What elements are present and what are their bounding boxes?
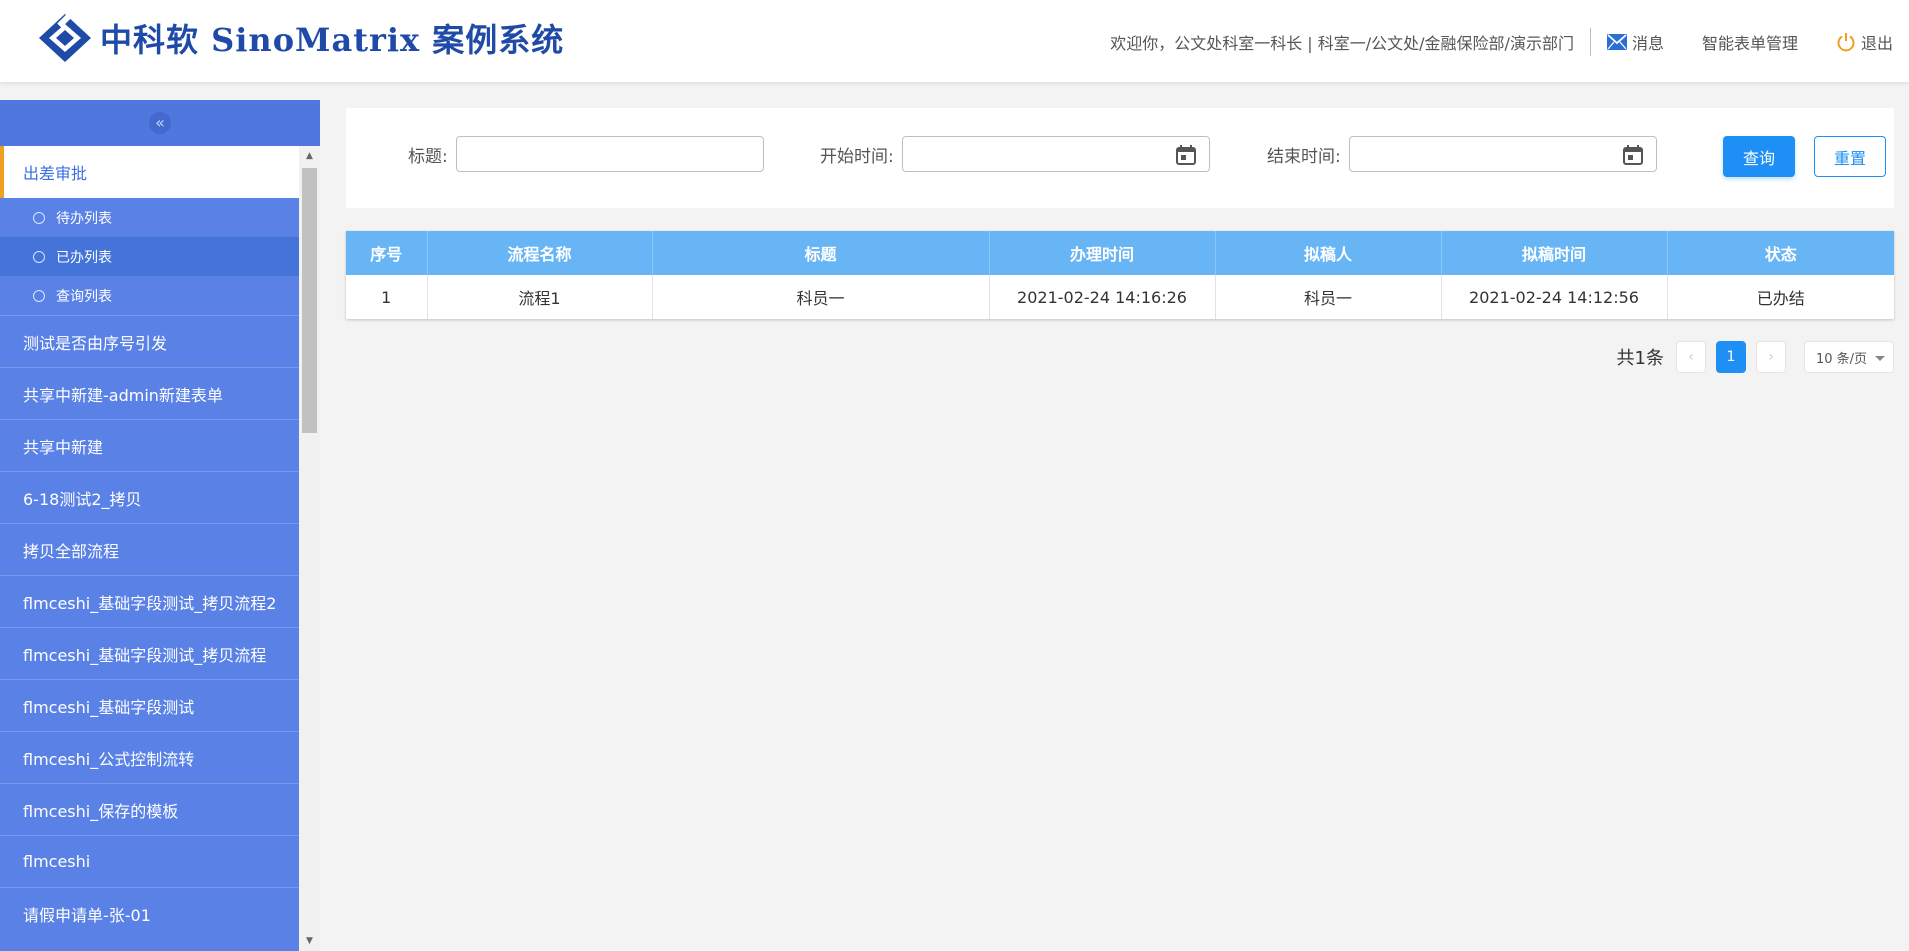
- sidebar-subitem-label: 待办列表: [56, 210, 112, 227]
- end-time-label: 结束时间:: [1267, 146, 1341, 167]
- column-header-handle-time: 办理时间: [989, 231, 1216, 275]
- header-user-area: 欢迎你，公文处科室一科长 | 科室一/公文处/金融保险部/演示部门 消息 智能表…: [1110, 28, 1893, 56]
- sidebar-item[interactable]: 拷贝全部流程: [0, 523, 299, 575]
- column-header-draft-time: 拟稿时间: [1441, 231, 1668, 275]
- sidebar-item[interactable]: flmceshi_基础字段测试_拷贝流程2: [0, 575, 299, 627]
- end-time-field: 结束时间:: [1267, 136, 1657, 172]
- title-input[interactable]: [455, 136, 764, 172]
- query-button[interactable]: 查询: [1723, 136, 1795, 177]
- page-number-button[interactable]: 1: [1716, 341, 1746, 373]
- logout-label: 退出: [1860, 34, 1893, 53]
- sidebar-collapse-bar[interactable]: «: [0, 100, 320, 146]
- calendar-icon[interactable]: [1175, 144, 1197, 166]
- logout-link[interactable]: 退出: [1836, 30, 1893, 54]
- calendar-icon[interactable]: [1622, 144, 1644, 166]
- sidebar-subitem-label: 查询列表: [56, 288, 112, 305]
- sidebar-subitem-done[interactable]: 已办列表: [0, 237, 299, 276]
- prev-page-button[interactable]: ‹: [1676, 341, 1706, 373]
- table-cell-draft-time: 2021-02-24 14:12:56: [1441, 275, 1668, 319]
- sidebar-item[interactable]: flmceshi_保存的模板: [0, 783, 299, 835]
- column-header-status: 状态: [1667, 231, 1894, 275]
- sidebar-group-active[interactable]: 出差审批: [0, 146, 299, 198]
- circle-icon: [33, 289, 45, 302]
- header-divider: [1589, 28, 1591, 56]
- table-cell-process-name[interactable]: 流程1: [427, 275, 653, 319]
- sidebar-item[interactable]: 测试是否由序号引发: [0, 315, 299, 367]
- table-cell-handle-time: 2021-02-24 14:16:26: [989, 275, 1216, 319]
- sidebar-item[interactable]: flmceshi_基础字段测试: [0, 679, 299, 731]
- page-size-select[interactable]: 10 条/页: [1804, 341, 1894, 373]
- logo-diamond-icon: [36, 12, 94, 64]
- table-cell-index: 1: [346, 275, 428, 319]
- sidebar-item[interactable]: 共享中新建: [0, 419, 299, 471]
- column-header-drafter: 拟稿人: [1215, 231, 1442, 275]
- search-panel: 标题: 开始时间: 结束时间: 查询 重置: [346, 108, 1894, 208]
- sidebar-subitem-query[interactable]: 查询列表: [0, 276, 299, 315]
- pagination-total: 共1条: [1616, 348, 1664, 369]
- sidebar-item[interactable]: 共享中新建-admin新建表单: [0, 367, 299, 419]
- form-admin-link[interactable]: 智能表单管理: [1702, 30, 1798, 54]
- sidebar-item[interactable]: 6-18测试2_拷贝: [0, 471, 299, 523]
- start-time-field: 开始时间:: [820, 136, 1210, 172]
- sidebar-item[interactable]: flmceshi_公式控制流转: [0, 731, 299, 783]
- circle-icon: [33, 250, 45, 263]
- table-cell-title[interactable]: 科员一: [652, 275, 990, 319]
- top-header: 中科软 SinoMatrix 案例系统 欢迎你，公文处科室一科长 | 科室一/公…: [0, 0, 1909, 82]
- sidebar: « 出差审批 待办列表 已办列表 查询列表 测试是否由序号引发 共享中新建-ad…: [0, 100, 320, 951]
- circle-icon: [33, 211, 45, 224]
- title-label: 标题:: [408, 146, 448, 167]
- column-header-title: 标题: [652, 231, 990, 275]
- sidebar-subitem-todo[interactable]: 待办列表: [0, 198, 299, 237]
- scroll-down-arrow-icon[interactable]: ▼: [299, 933, 320, 949]
- form-admin-label: 智能表单管理: [1701, 34, 1798, 53]
- sidebar-item[interactable]: flmceshi_基础字段测试_拷贝流程: [0, 627, 299, 679]
- table-cell-status: 已办结: [1667, 275, 1894, 319]
- next-page-button[interactable]: ›: [1756, 341, 1786, 373]
- logo-cn-text: 中科软: [100, 21, 200, 59]
- double-chevron-left-icon[interactable]: «: [149, 112, 171, 134]
- table-cell-drafter: 科员一: [1215, 275, 1442, 319]
- scroll-up-arrow-icon[interactable]: ▲: [299, 148, 320, 164]
- table-header-row: 序号 流程名称 标题 办理时间 拟稿人 拟稿时间 状态: [346, 231, 1894, 275]
- column-header-process-name: 流程名称: [427, 231, 653, 275]
- table-row[interactable]: 1 流程1 科员一 2021-02-24 14:16:26 科员一 2021-0…: [346, 275, 1894, 319]
- column-header-index: 序号: [346, 231, 428, 275]
- envelope-icon: [1606, 34, 1627, 50]
- page-size-value: 10 条/页: [1816, 351, 1868, 367]
- pagination: 共1条 ‹ 1 › 10 条/页: [1617, 341, 1894, 373]
- sidebar-item[interactable]: flmceshi: [0, 835, 299, 887]
- logo-suffix-text: 案例系统: [432, 21, 565, 59]
- caret-down-icon: [1875, 356, 1885, 361]
- power-icon: [1837, 33, 1855, 52]
- end-time-input[interactable]: [1348, 136, 1657, 172]
- sidebar-menu: 出差审批 待办列表 已办列表 查询列表 测试是否由序号引发 共享中新建-admi…: [0, 146, 299, 951]
- welcome-text: 欢迎你，公文处科室一科长 | 科室一/公文处/金融保险部/演示部门: [1110, 34, 1574, 53]
- scrollbar-thumb[interactable]: [302, 168, 317, 433]
- reset-button[interactable]: 重置: [1814, 136, 1886, 177]
- sidebar-subitem-label: 已办列表: [56, 249, 112, 266]
- start-time-input[interactable]: [901, 136, 1210, 172]
- messages-link[interactable]: 消息: [1606, 30, 1664, 54]
- logo-en-text: SinoMatrix: [211, 21, 421, 59]
- start-time-label: 开始时间:: [820, 146, 894, 167]
- results-table: 序号 流程名称 标题 办理时间 拟稿人 拟稿时间 状态 1 流程1 科员一 20…: [346, 231, 1894, 319]
- sidebar-scrollbar[interactable]: ▲ ▼: [299, 146, 320, 951]
- sidebar-item[interactable]: 请假申请单-张-01: [0, 887, 299, 939]
- title-field: 标题:: [408, 136, 764, 172]
- messages-label: 消息: [1631, 34, 1664, 53]
- brand-logo[interactable]: 中科软 SinoMatrix 案例系统: [36, 10, 564, 66]
